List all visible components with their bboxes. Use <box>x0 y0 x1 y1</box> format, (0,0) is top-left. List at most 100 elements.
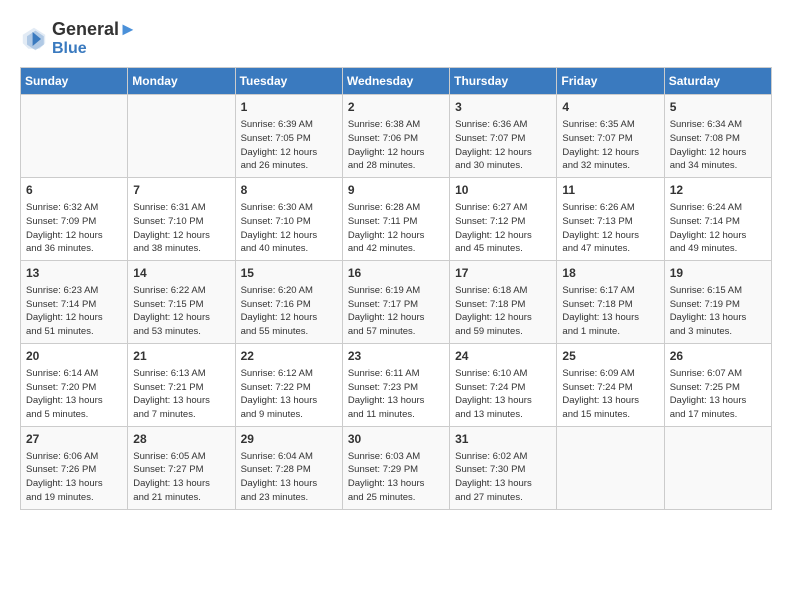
calendar-week-5: 27 Sunrise: 6:06 AM Sunset: 7:26 PM Dayli… <box>21 426 772 509</box>
calendar-cell: 21 Sunrise: 6:13 AM Sunset: 7:21 PM Dayli… <box>128 343 235 426</box>
calendar-cell: 26 Sunrise: 6:07 AM Sunset: 7:25 PM Dayli… <box>664 343 771 426</box>
day-info: Sunrise: 6:24 AM Sunset: 7:14 PM Dayligh… <box>670 201 766 256</box>
day-number: 8 <box>241 182 337 199</box>
day-info: Sunrise: 6:19 AM Sunset: 7:17 PM Dayligh… <box>348 284 444 339</box>
calendar-cell: 29Sunrise: 6:04 AM Sunset: 7:28 PM Dayli… <box>235 426 342 509</box>
day-number: 27 <box>26 431 122 448</box>
page-header: General► Blue <box>20 20 772 57</box>
calendar-cell: 22Sunrise: 6:12 AM Sunset: 7:22 PM Dayli… <box>235 343 342 426</box>
weekday-header-friday: Friday <box>557 68 664 95</box>
weekday-header-monday: Monday <box>128 68 235 95</box>
weekday-header-wednesday: Wednesday <box>342 68 449 95</box>
calendar-cell: 16Sunrise: 6:19 AM Sunset: 7:17 PM Dayli… <box>342 261 449 344</box>
logo-icon <box>20 25 48 53</box>
day-number: 15 <box>241 265 337 282</box>
day-number: 13 <box>26 265 122 282</box>
calendar-cell: 6 Sunrise: 6:32 AM Sunset: 7:09 PM Daylig… <box>21 178 128 261</box>
calendar-cell: 4Sunrise: 6:35 AM Sunset: 7:07 PM Daylig… <box>557 95 664 178</box>
calendar-cell <box>664 426 771 509</box>
day-number: 11 <box>562 182 658 199</box>
day-info: Sunrise: 6:31 AM Sunset: 7:10 PM Dayligh… <box>133 201 229 256</box>
calendar-week-1: 1 Sunrise: 6:39 AM Sunset: 7:05 PM Daylig… <box>21 95 772 178</box>
day-info: Sunrise: 6:20 AM Sunset: 7:16 PM Dayligh… <box>241 284 337 339</box>
calendar-week-2: 6 Sunrise: 6:32 AM Sunset: 7:09 PM Daylig… <box>21 178 772 261</box>
day-info: Sunrise: 6:36 AM Sunset: 7:07 PM Dayligh… <box>455 118 551 173</box>
day-number: 6 <box>26 182 122 199</box>
calendar-cell: 11 Sunrise: 6:26 AM Sunset: 7:13 PM Dayli… <box>557 178 664 261</box>
calendar-cell: 9 Sunrise: 6:28 AM Sunset: 7:11 PM Daylig… <box>342 178 449 261</box>
calendar-cell: 20 Sunrise: 6:14 AM Sunset: 7:20 PM Dayli… <box>21 343 128 426</box>
calendar-cell: 1 Sunrise: 6:39 AM Sunset: 7:05 PM Daylig… <box>235 95 342 178</box>
day-info: Sunrise: 6:09 AM Sunset: 7:24 PM Dayligh… <box>562 367 658 422</box>
day-number: 14 <box>133 265 229 282</box>
calendar-cell: 8 Sunrise: 6:30 AM Sunset: 7:10 PM Daylig… <box>235 178 342 261</box>
day-number: 31 <box>455 431 551 448</box>
calendar-cell <box>557 426 664 509</box>
day-info: Sunrise: 6:28 AM Sunset: 7:11 PM Dayligh… <box>348 201 444 256</box>
calendar-cell: 2 Sunrise: 6:38 AM Sunset: 7:06 PM Daylig… <box>342 95 449 178</box>
calendar-cell: 28Sunrise: 6:05 AM Sunset: 7:27 PM Dayli… <box>128 426 235 509</box>
day-info: Sunrise: 6:15 AM Sunset: 7:19 PM Dayligh… <box>670 284 766 339</box>
weekday-header-row: SundayMondayTuesdayWednesdayThursdayFrid… <box>21 68 772 95</box>
calendar-cell <box>128 95 235 178</box>
day-info: Sunrise: 6:05 AM Sunset: 7:27 PM Dayligh… <box>133 450 229 505</box>
calendar-cell: 27 Sunrise: 6:06 AM Sunset: 7:26 PM Dayli… <box>21 426 128 509</box>
calendar-cell: 23Sunrise: 6:11 AM Sunset: 7:23 PM Dayli… <box>342 343 449 426</box>
day-info: Sunrise: 6:23 AM Sunset: 7:14 PM Dayligh… <box>26 284 122 339</box>
weekday-header-saturday: Saturday <box>664 68 771 95</box>
calendar-cell: 13 Sunrise: 6:23 AM Sunset: 7:14 PM Dayli… <box>21 261 128 344</box>
day-number: 21 <box>133 348 229 365</box>
calendar-cell: 18 Sunrise: 6:17 AM Sunset: 7:18 PM Dayli… <box>557 261 664 344</box>
calendar-cell: 31 Sunrise: 6:02 AM Sunset: 7:30 PM Dayli… <box>450 426 557 509</box>
day-info: Sunrise: 6:39 AM Sunset: 7:05 PM Dayligh… <box>241 118 337 173</box>
calendar-cell: 30Sunrise: 6:03 AM Sunset: 7:29 PM Dayli… <box>342 426 449 509</box>
logo-text-line1: General► <box>52 20 137 40</box>
day-info: Sunrise: 6:17 AM Sunset: 7:18 PM Dayligh… <box>562 284 658 339</box>
calendar-cell: 14 Sunrise: 6:22 AM Sunset: 7:15 PM Dayli… <box>128 261 235 344</box>
day-info: Sunrise: 6:32 AM Sunset: 7:09 PM Dayligh… <box>26 201 122 256</box>
day-info: Sunrise: 6:13 AM Sunset: 7:21 PM Dayligh… <box>133 367 229 422</box>
day-number: 9 <box>348 182 444 199</box>
day-info: Sunrise: 6:14 AM Sunset: 7:20 PM Dayligh… <box>26 367 122 422</box>
calendar-cell: 25 Sunrise: 6:09 AM Sunset: 7:24 PM Dayli… <box>557 343 664 426</box>
calendar-cell <box>21 95 128 178</box>
day-info: Sunrise: 6:03 AM Sunset: 7:29 PM Dayligh… <box>348 450 444 505</box>
day-info: Sunrise: 6:34 AM Sunset: 7:08 PM Dayligh… <box>670 118 766 173</box>
weekday-header-thursday: Thursday <box>450 68 557 95</box>
day-number: 19 <box>670 265 766 282</box>
day-info: Sunrise: 6:26 AM Sunset: 7:13 PM Dayligh… <box>562 201 658 256</box>
calendar-cell: 3 Sunrise: 6:36 AM Sunset: 7:07 PM Daylig… <box>450 95 557 178</box>
calendar-cell: 7Sunrise: 6:31 AM Sunset: 7:10 PM Daylig… <box>128 178 235 261</box>
day-number: 24 <box>455 348 551 365</box>
day-info: Sunrise: 6:10 AM Sunset: 7:24 PM Dayligh… <box>455 367 551 422</box>
calendar-cell: 12 Sunrise: 6:24 AM Sunset: 7:14 PM Dayli… <box>664 178 771 261</box>
day-number: 17 <box>455 265 551 282</box>
day-info: Sunrise: 6:30 AM Sunset: 7:10 PM Dayligh… <box>241 201 337 256</box>
day-number: 1 <box>241 99 337 116</box>
calendar-table: SundayMondayTuesdayWednesdayThursdayFrid… <box>20 67 772 509</box>
day-number: 4 <box>562 99 658 116</box>
day-info: Sunrise: 6:38 AM Sunset: 7:06 PM Dayligh… <box>348 118 444 173</box>
day-info: Sunrise: 6:06 AM Sunset: 7:26 PM Dayligh… <box>26 450 122 505</box>
day-number: 26 <box>670 348 766 365</box>
day-number: 10 <box>455 182 551 199</box>
day-number: 25 <box>562 348 658 365</box>
day-number: 2 <box>348 99 444 116</box>
day-number: 20 <box>26 348 122 365</box>
day-info: Sunrise: 6:07 AM Sunset: 7:25 PM Dayligh… <box>670 367 766 422</box>
day-info: Sunrise: 6:04 AM Sunset: 7:28 PM Dayligh… <box>241 450 337 505</box>
day-number: 5 <box>670 99 766 116</box>
day-info: Sunrise: 6:02 AM Sunset: 7:30 PM Dayligh… <box>455 450 551 505</box>
weekday-header-tuesday: Tuesday <box>235 68 342 95</box>
calendar-cell: 15 Sunrise: 6:20 AM Sunset: 7:16 PM Dayli… <box>235 261 342 344</box>
day-number: 18 <box>562 265 658 282</box>
day-number: 12 <box>670 182 766 199</box>
day-number: 23 <box>348 348 444 365</box>
calendar-cell: 17 Sunrise: 6:18 AM Sunset: 7:18 PM Dayli… <box>450 261 557 344</box>
day-info: Sunrise: 6:27 AM Sunset: 7:12 PM Dayligh… <box>455 201 551 256</box>
day-info: Sunrise: 6:22 AM Sunset: 7:15 PM Dayligh… <box>133 284 229 339</box>
day-number: 3 <box>455 99 551 116</box>
calendar-week-4: 20 Sunrise: 6:14 AM Sunset: 7:20 PM Dayli… <box>21 343 772 426</box>
day-info: Sunrise: 6:18 AM Sunset: 7:18 PM Dayligh… <box>455 284 551 339</box>
logo-text-line2: Blue <box>52 40 137 58</box>
